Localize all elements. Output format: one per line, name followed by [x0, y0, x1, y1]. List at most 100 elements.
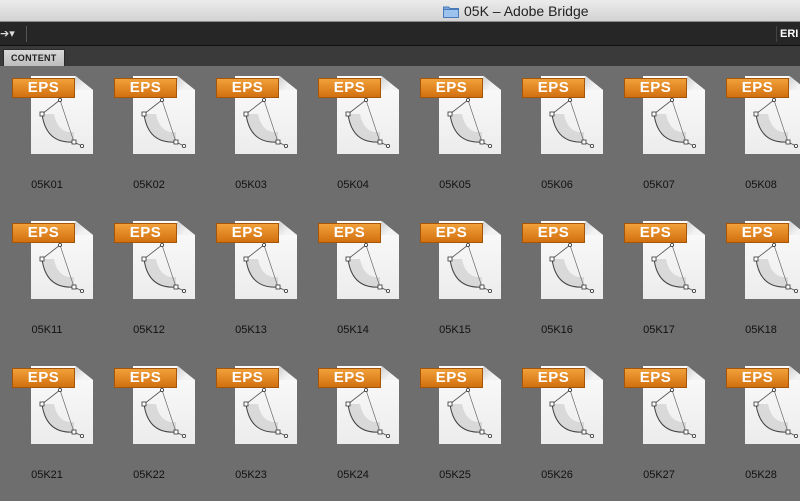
file-name-label: 05K12: [133, 324, 165, 336]
bezier-curve-icon: [447, 388, 492, 438]
file-name-label: 05K28: [745, 469, 777, 481]
file-name-label: 05K02: [133, 179, 165, 191]
bezier-curve-icon: [141, 98, 186, 148]
bezier-curve-icon: [141, 243, 186, 293]
bezier-curve-icon: [39, 388, 84, 438]
eps-badge: EPS: [114, 368, 177, 388]
file-name-label: 05K14: [337, 324, 369, 336]
file-thumbnail[interactable]: EPS 05K24: [306, 356, 408, 501]
file-thumbnail[interactable]: EPS 05K14: [306, 211, 408, 356]
bezier-curve-icon: [345, 388, 390, 438]
eps-badge: EPS: [624, 368, 687, 388]
file-thumbnail[interactable]: EPS 05K28: [714, 356, 800, 501]
eps-badge: EPS: [12, 78, 75, 98]
bezier-curve-icon: [753, 388, 798, 438]
window-title: 05K – Adobe Bridge: [443, 3, 589, 19]
bezier-curve-icon: [447, 243, 492, 293]
bezier-curve-icon: [345, 98, 390, 148]
eps-badge: EPS: [726, 78, 789, 98]
eps-badge: EPS: [318, 223, 381, 243]
bezier-curve-icon: [243, 98, 288, 148]
eps-badge: EPS: [420, 78, 483, 98]
eps-badge: EPS: [114, 223, 177, 243]
file-name-label: 05K04: [337, 179, 369, 191]
eps-badge: EPS: [216, 223, 279, 243]
panel-tab-bar: CONTENT: [0, 46, 800, 66]
bezier-curve-icon: [447, 98, 492, 148]
file-name-label: 05K25: [439, 469, 471, 481]
file-thumbnail[interactable]: EPS 05K23: [204, 356, 306, 501]
bezier-curve-icon: [39, 98, 84, 148]
file-name-label: 05K27: [643, 469, 675, 481]
workspace-menu[interactable]: ERI: [776, 26, 800, 42]
file-thumbnail[interactable]: EPS 05K04: [306, 66, 408, 211]
bezier-curve-icon: [141, 388, 186, 438]
file-name-label: 05K11: [31, 324, 63, 336]
file-thumbnail[interactable]: EPS 05K12: [102, 211, 204, 356]
file-thumbnail[interactable]: EPS 05K27: [612, 356, 714, 501]
file-name-label: 05K18: [745, 324, 777, 336]
bezier-curve-icon: [753, 243, 798, 293]
bezier-curve-icon: [243, 388, 288, 438]
file-thumbnail[interactable]: EPS 05K21: [0, 356, 102, 501]
eps-badge: EPS: [726, 368, 789, 388]
file-thumbnail[interactable]: EPS 05K05: [408, 66, 510, 211]
file-thumbnail[interactable]: EPS 05K22: [102, 356, 204, 501]
path-menu-arrow-icon[interactable]: ➔▾: [0, 26, 22, 42]
file-name-label: 05K03: [235, 179, 267, 191]
eps-badge: EPS: [216, 368, 279, 388]
file-thumbnail[interactable]: EPS 05K13: [204, 211, 306, 356]
file-name-label: 05K01: [31, 179, 63, 191]
eps-badge: EPS: [420, 368, 483, 388]
file-name-label: 05K24: [337, 469, 369, 481]
file-name-label: 05K17: [643, 324, 675, 336]
file-thumbnail[interactable]: EPS 05K08: [714, 66, 800, 211]
bezier-curve-icon: [549, 243, 594, 293]
file-thumbnail[interactable]: EPS 05K25: [408, 356, 510, 501]
eps-badge: EPS: [318, 78, 381, 98]
file-thumbnail[interactable]: EPS 05K07: [612, 66, 714, 211]
file-thumbnail[interactable]: EPS 05K01: [0, 66, 102, 211]
bezier-curve-icon: [651, 388, 696, 438]
file-name-label: 05K22: [133, 469, 165, 481]
file-thumbnail[interactable]: EPS 05K11: [0, 211, 102, 356]
eps-badge: EPS: [420, 223, 483, 243]
file-name-label: 05K13: [235, 324, 267, 336]
file-thumbnail[interactable]: EPS 05K18: [714, 211, 800, 356]
bezier-curve-icon: [39, 243, 84, 293]
file-thumbnail[interactable]: EPS 05K26: [510, 356, 612, 501]
tab-content[interactable]: CONTENT: [3, 49, 65, 66]
bezier-curve-icon: [651, 243, 696, 293]
eps-badge: EPS: [12, 223, 75, 243]
toolbar: ➔▾ ERI: [0, 22, 800, 46]
bezier-curve-icon: [549, 388, 594, 438]
file-thumbnail[interactable]: EPS 05K03: [204, 66, 306, 211]
page-fold: [789, 366, 800, 380]
folder-icon: [443, 6, 459, 18]
file-thumbnail[interactable]: EPS 05K17: [612, 211, 714, 356]
bezier-curve-icon: [549, 98, 594, 148]
eps-badge: EPS: [522, 78, 585, 98]
page-fold: [789, 221, 800, 235]
file-name-label: 05K21: [31, 469, 63, 481]
file-name-label: 05K08: [745, 179, 777, 191]
file-thumbnail[interactable]: EPS 05K02: [102, 66, 204, 211]
bezier-curve-icon: [753, 98, 798, 148]
eps-badge: EPS: [114, 78, 177, 98]
file-name-label: 05K26: [541, 469, 573, 481]
file-thumbnail[interactable]: EPS 05K15: [408, 211, 510, 356]
eps-badge: EPS: [522, 223, 585, 243]
eps-badge: EPS: [624, 223, 687, 243]
file-name-label: 05K07: [643, 179, 675, 191]
file-thumbnail[interactable]: EPS 05K06: [510, 66, 612, 211]
page-fold: [789, 76, 800, 90]
file-name-label: 05K23: [235, 469, 267, 481]
toolbar-divider: [26, 26, 27, 42]
file-name-label: 05K16: [541, 324, 573, 336]
file-name-label: 05K05: [439, 179, 471, 191]
eps-badge: EPS: [624, 78, 687, 98]
file-thumbnail[interactable]: EPS 05K16: [510, 211, 612, 356]
eps-badge: EPS: [12, 368, 75, 388]
bezier-curve-icon: [243, 243, 288, 293]
bezier-curve-icon: [345, 243, 390, 293]
